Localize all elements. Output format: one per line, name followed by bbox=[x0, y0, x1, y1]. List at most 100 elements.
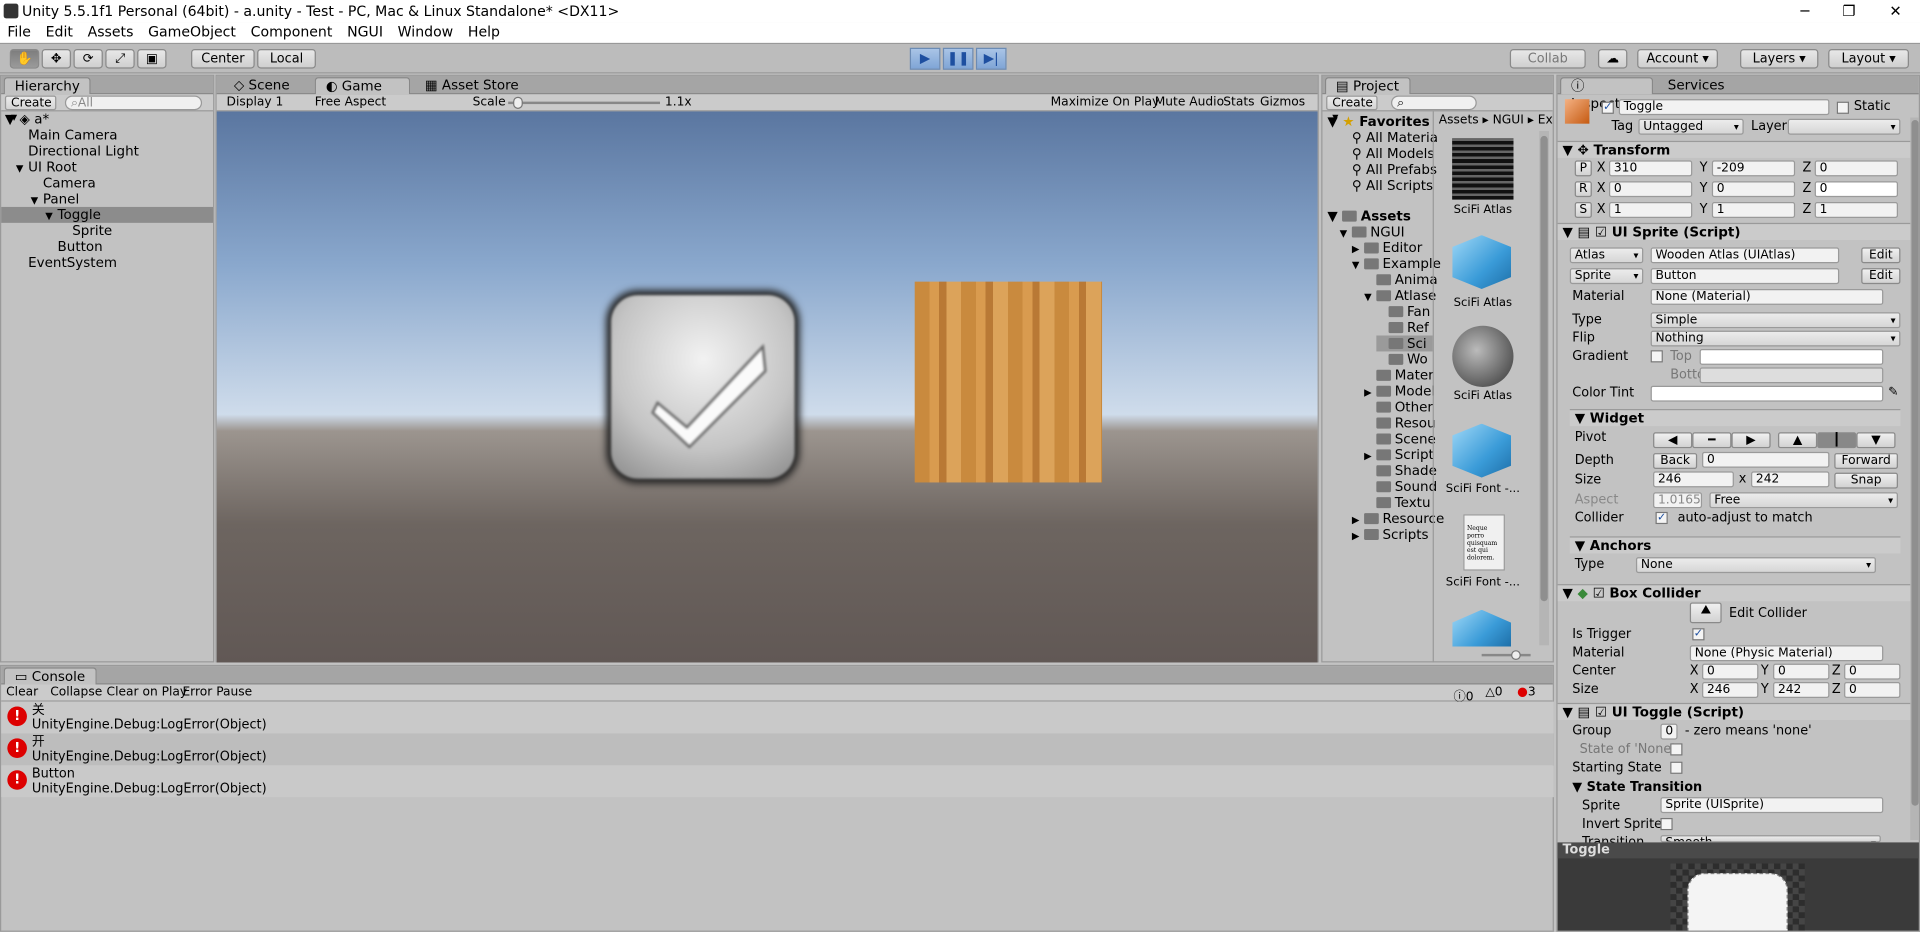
anchors-header[interactable]: ▼ Anchors bbox=[1569, 536, 1901, 554]
project-create-dropdown[interactable]: Create ▾ bbox=[1326, 95, 1378, 125]
center-x-input[interactable]: 0 bbox=[1702, 663, 1759, 680]
scifi-atlas-texture-thumb[interactable] bbox=[1452, 138, 1514, 200]
pivot-center-h-button[interactable]: ━ bbox=[1692, 432, 1732, 449]
breadcrumb-item[interactable]: NGUI bbox=[1493, 114, 1524, 127]
hierarchy-item[interactable]: ▼ UI Root bbox=[1, 159, 77, 175]
height-input[interactable]: 242 bbox=[1751, 471, 1830, 488]
sprite-field[interactable]: Button bbox=[1650, 268, 1840, 285]
hierarchy-item[interactable]: ▼ Panel bbox=[1, 191, 80, 207]
rotation-y-input[interactable]: 0 bbox=[1711, 181, 1796, 198]
project-folder-item[interactable]: Textu bbox=[1364, 495, 1430, 511]
center-z-input[interactable]: 0 bbox=[1844, 663, 1901, 680]
expand-arrow-icon[interactable]: ▶ bbox=[1364, 384, 1376, 400]
project-folder-item[interactable]: ▶ Script bbox=[1364, 447, 1434, 464]
pivot-bottom-button[interactable]: ▼ bbox=[1856, 432, 1896, 449]
position-reset-button[interactable]: P bbox=[1574, 160, 1592, 177]
box-size-x-input[interactable]: 246 bbox=[1702, 682, 1759, 698]
mute-audio-toggle[interactable]: Mute Audio bbox=[1155, 96, 1224, 109]
ui-toggle-header[interactable]: ▼ ▤ ☑ UI Toggle (Script) bbox=[1557, 702, 1913, 721]
atlas-edit-button[interactable]: Edit bbox=[1861, 247, 1901, 264]
tab-console[interactable]: ▭ Console bbox=[3, 667, 97, 685]
tag-dropdown[interactable]: Untagged bbox=[1638, 118, 1744, 135]
project-folder-item[interactable]: Wo bbox=[1376, 351, 1428, 367]
layout-dropdown[interactable]: Layout ▾ bbox=[1828, 48, 1909, 69]
expand-arrow-icon[interactable]: ▶ bbox=[1352, 528, 1364, 544]
step-button[interactable]: ▶| bbox=[975, 47, 1007, 70]
play-button[interactable]: ▶ bbox=[909, 47, 941, 70]
scale-z-input[interactable]: 1 bbox=[1814, 202, 1898, 218]
starting-state-checkbox[interactable] bbox=[1670, 761, 1683, 774]
thumb-size-slider[interactable] bbox=[1481, 650, 1531, 661]
hierarchy-item[interactable]: Camera bbox=[1, 175, 96, 191]
atlas-button[interactable]: Atlas bbox=[1569, 247, 1644, 264]
project-breadcrumb[interactable]: Assets ▸ NGUI ▸ Ex bbox=[1439, 114, 1553, 127]
assets-header[interactable]: ▼ Assets bbox=[1327, 208, 1410, 224]
stats-toggle[interactable]: Stats bbox=[1223, 96, 1254, 109]
rotation-reset-button[interactable]: R bbox=[1574, 181, 1592, 198]
expand-arrow-icon[interactable]: ▶ bbox=[1352, 512, 1364, 528]
rect-tool-icon[interactable]: ▣ bbox=[137, 48, 167, 69]
anchors-type-dropdown[interactable]: None bbox=[1635, 557, 1876, 574]
fav-all-scripts[interactable]: ⚲ All Scripts bbox=[1352, 178, 1433, 194]
scale-y-input[interactable]: 1 bbox=[1711, 202, 1796, 218]
game-viewport[interactable] bbox=[216, 111, 1318, 663]
pivot-top-button[interactable]: ▲ bbox=[1777, 432, 1818, 449]
rotation-x-input[interactable]: 0 bbox=[1608, 181, 1693, 198]
pivot-left-button[interactable]: ◀ bbox=[1653, 432, 1693, 449]
console-log-row[interactable]: ! Button UnityEngine.Debug:LogError(Object… bbox=[1, 765, 1554, 798]
maximize-on-play-toggle[interactable]: Maximize On Play bbox=[1051, 96, 1160, 109]
project-scrollbar-thumb[interactable] bbox=[1540, 135, 1548, 602]
menu-component[interactable]: Component bbox=[243, 22, 339, 43]
minimize-button[interactable]: ─ bbox=[1783, 0, 1827, 22]
menu-assets[interactable]: Assets bbox=[80, 22, 141, 43]
project-folder-item[interactable]: Ref bbox=[1376, 320, 1429, 336]
font-preview-thumb[interactable]: Neque porro quisquam est qui dolorem. bbox=[1463, 514, 1505, 571]
project-folder-item[interactable]: Sound bbox=[1364, 479, 1437, 495]
project-folder-item[interactable]: ▶ Editor bbox=[1352, 240, 1422, 257]
move-tool-icon[interactable]: ✥ bbox=[41, 48, 72, 69]
warning-count-toggle[interactable]: △0 bbox=[1485, 686, 1502, 699]
tab-asset-store[interactable]: ▦ Asset Store bbox=[415, 77, 528, 94]
gradient-bottom-color[interactable] bbox=[1699, 367, 1884, 384]
position-z-input[interactable]: 0 bbox=[1814, 160, 1898, 177]
scene-header[interactable]: ▼ ◈ a* bbox=[5, 111, 49, 127]
ui-sprite-header[interactable]: ▼ ▤ ☑ UI Sprite (Script) bbox=[1557, 222, 1913, 241]
layers-dropdown[interactable]: Layers ▾ bbox=[1740, 48, 1819, 69]
project-folder-item[interactable]: Fan bbox=[1376, 304, 1430, 320]
edit-collider-icon[interactable]: ⛰ bbox=[1689, 602, 1722, 624]
fav-all-materials[interactable]: ⚲ All Materia bbox=[1352, 130, 1438, 146]
aspect-mode-dropdown[interactable]: Free bbox=[1709, 492, 1898, 509]
close-button[interactable]: ✕ bbox=[1873, 0, 1917, 22]
rotate-tool-icon[interactable]: ⟳ bbox=[73, 48, 103, 69]
box-material-field[interactable]: None (Physic Material) bbox=[1689, 645, 1884, 662]
project-search-input[interactable]: ⌕ bbox=[1391, 95, 1477, 111]
position-y-input[interactable]: -209 bbox=[1711, 160, 1796, 177]
console-log-row[interactable]: ! 关 UnityEngine.Debug:LogError(Object) bbox=[1, 701, 1554, 734]
box-size-z-input[interactable]: 0 bbox=[1844, 682, 1901, 698]
sprite-button[interactable]: Sprite bbox=[1569, 268, 1644, 285]
flip-dropdown[interactable]: Nothing bbox=[1650, 330, 1901, 347]
scale-reset-button[interactable]: S bbox=[1574, 202, 1592, 218]
expand-arrow-icon[interactable]: ▼ bbox=[1364, 289, 1376, 305]
tab-project[interactable]: ▤ Project bbox=[1324, 77, 1411, 95]
state-transition-header[interactable]: ▼ State Transition bbox=[1572, 780, 1702, 796]
console-clear-button[interactable]: Clear bbox=[6, 686, 38, 699]
pause-button[interactable]: ❚❚ bbox=[942, 47, 974, 70]
transition-dropdown[interactable]: Smooth bbox=[1660, 835, 1881, 843]
thumb-size-slider-thumb[interactable] bbox=[1511, 650, 1521, 661]
rotation-z-input[interactable]: 0 bbox=[1814, 181, 1898, 198]
tab-scene[interactable]: ◇ Scene bbox=[224, 77, 299, 94]
expand-arrow-icon[interactable]: ▼ bbox=[1352, 257, 1364, 273]
inspector-scrollbar-thumb[interactable] bbox=[1911, 120, 1919, 806]
color-tint-field[interactable] bbox=[1650, 385, 1884, 402]
hierarchy-item[interactable]: Sprite bbox=[1, 223, 112, 239]
expand-arrow-icon[interactable]: ▼ bbox=[16, 160, 28, 176]
collab-button[interactable]: Collab bbox=[1509, 48, 1586, 69]
display-dropdown[interactable]: Display 1 ▴▾ bbox=[222, 96, 303, 124]
project-folder-item[interactable]: Mater bbox=[1364, 367, 1434, 383]
center-y-input[interactable]: 0 bbox=[1773, 663, 1830, 680]
project-folder-item[interactable]: ▶ Resource bbox=[1352, 511, 1444, 528]
depth-forward-button[interactable]: Forward bbox=[1834, 453, 1898, 469]
project-folder-item[interactable]: Resou bbox=[1364, 415, 1436, 431]
menu-edit[interactable]: Edit bbox=[38, 22, 80, 43]
